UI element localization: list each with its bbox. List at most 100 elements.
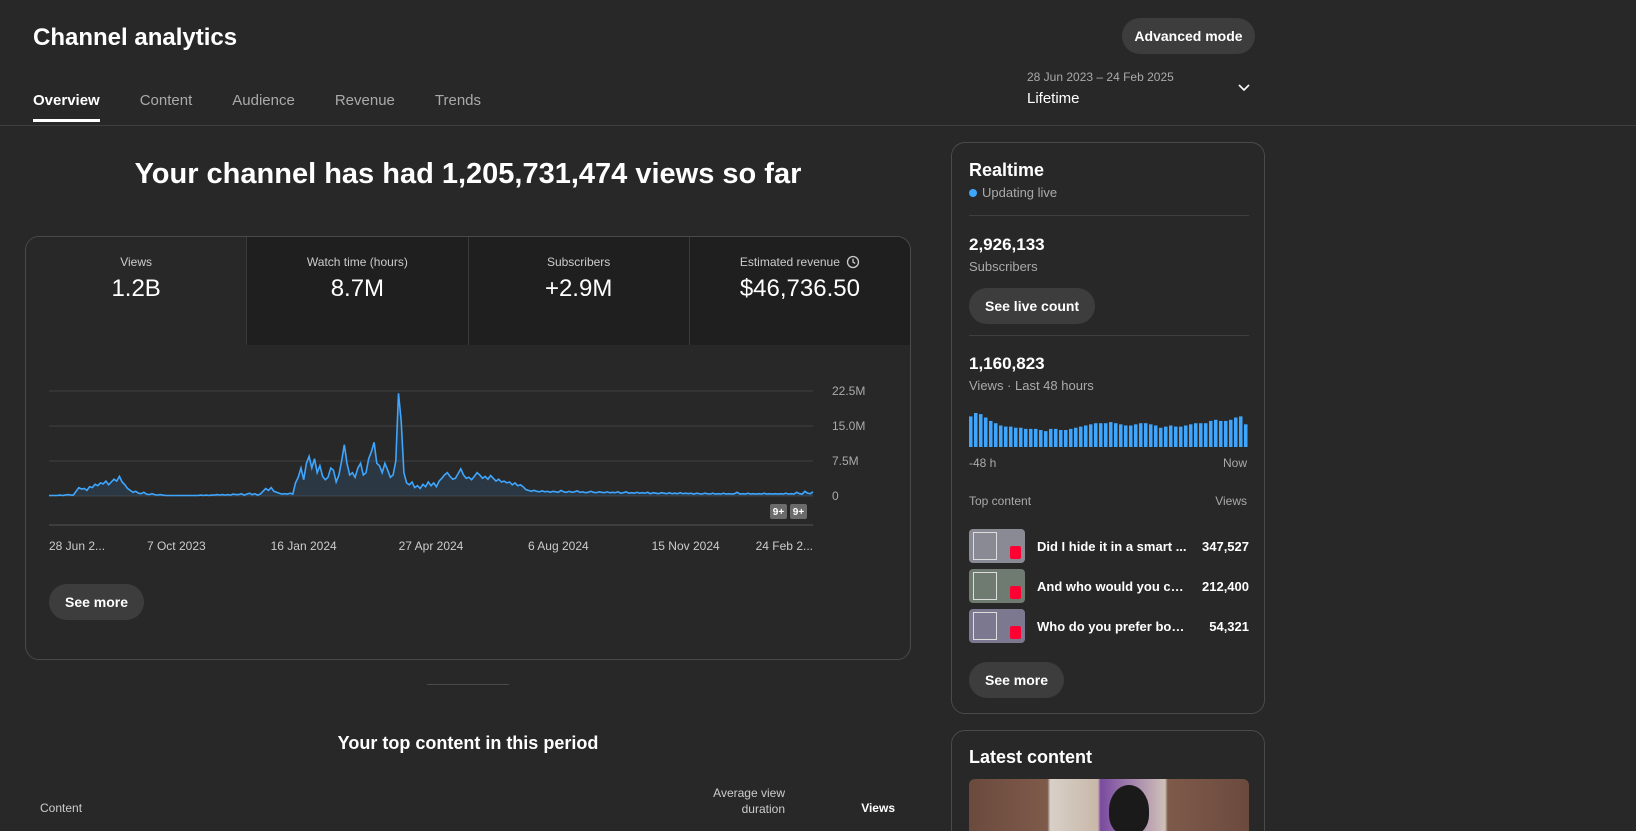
hourly-views-bar	[1034, 428, 1038, 447]
hourly-views-bar	[994, 423, 998, 447]
hourly-views-bar	[1029, 428, 1033, 447]
column-header-views[interactable]: Views	[830, 801, 895, 815]
realtime-views-bar-chart	[969, 413, 1248, 447]
marker-badge-label: 9+	[793, 507, 805, 518]
hourly-views-bar	[1209, 420, 1213, 447]
chart-see-more-button[interactable]: See more	[49, 584, 145, 620]
y-tick-label: 15.0M	[832, 419, 865, 433]
realtime-subscribers-value: 2,926,133	[969, 235, 1045, 254]
analytics-header: Channel analytics Advanced mode Overview…	[0, 0, 1636, 126]
hourly-views-bar	[1104, 423, 1108, 447]
column-header-content[interactable]: Content	[40, 801, 82, 815]
metric-label: Views	[120, 255, 153, 269]
hourly-views-bar	[1069, 428, 1073, 447]
y-tick-label: 22.5M	[832, 384, 865, 398]
clock-icon	[846, 255, 860, 269]
hourly-views-bar	[1154, 425, 1158, 447]
shorts-icon	[1010, 586, 1021, 599]
hourly-views-bar	[1224, 420, 1228, 447]
top-content-title: Your top content in this period	[337, 733, 599, 753]
tab-trends[interactable]: Trends	[435, 92, 481, 122]
top-content-title: Who do you prefer boys ...	[1037, 618, 1187, 634]
hourly-views-bar	[1059, 430, 1063, 447]
hourly-views-bar	[1244, 424, 1248, 447]
x-tick-label: 7 Oct 2023	[147, 539, 206, 553]
metric-value: +2.9M	[544, 275, 613, 302]
divider	[969, 215, 1249, 216]
x-tick-label: 24 Feb 2...	[756, 539, 813, 553]
metric-label: Watch time (hours)	[306, 255, 408, 269]
hourly-views-bar	[1079, 426, 1083, 447]
hourly-views-bar	[1179, 426, 1183, 447]
hourly-views-bar	[1174, 426, 1178, 447]
metric-label: Subscribers	[546, 255, 611, 269]
views-chart: 0 7.5M 15.0M 22.5M 28 Jun 2... 7 Oct 2023 16 J…	[26, 345, 910, 585]
hourly-views-bar	[1139, 423, 1143, 447]
metric-tab-revenue[interactable]: Estimated revenue $46,736.50	[688, 237, 910, 345]
top-content-label: Top content	[969, 494, 1032, 508]
divider	[969, 335, 1249, 336]
metric-label-row: Estimated revenue	[690, 255, 910, 269]
realtime-card: Realtime Updating live 2,926,133 Subscri…	[951, 142, 1265, 714]
hourly-views-bar	[1199, 423, 1203, 447]
realtime-views-label: Views · Last 48 hours	[969, 378, 1094, 393]
metric-tab-watch-time[interactable]: Watch time (hours) 8.7M	[246, 237, 468, 345]
spark-axis-end: Now	[1222, 456, 1247, 470]
tab-revenue[interactable]: Revenue	[335, 92, 395, 122]
hourly-views-bar	[1014, 427, 1018, 447]
hourly-views-bar	[989, 420, 993, 447]
realtime-views-value: 1,160,823	[969, 354, 1045, 373]
shorts-icon	[1010, 626, 1021, 639]
hourly-views-bar	[1219, 420, 1223, 447]
hourly-views-bar	[1164, 426, 1168, 447]
hourly-views-bar	[1039, 430, 1043, 447]
top-content-item[interactable]: Did I hide it in a smart ... 347,527	[969, 529, 1249, 563]
x-tick-label: 6 Aug 2024	[528, 539, 589, 553]
hourly-views-bar	[1019, 427, 1023, 447]
top-content-item[interactable]: And who would you ch... 212,400	[969, 569, 1249, 603]
hourly-views-bar	[969, 416, 973, 447]
latest-content-thumbnail[interactable]	[969, 779, 1249, 831]
tab-bar: Overview Content Audience Revenue Trends	[33, 92, 521, 122]
latest-content-title: Latest content	[969, 747, 1093, 767]
hourly-views-bar	[1074, 427, 1078, 447]
hourly-views-bar	[1184, 425, 1188, 447]
views-headline: Your channel has had 1,205,731,474 views…	[134, 158, 802, 190]
column-header-avg-view-duration[interactable]: Average view duration	[690, 785, 785, 817]
realtime-title: Realtime	[969, 160, 1045, 180]
video-thumbnail	[969, 609, 1025, 643]
y-tick-label: 7.5M	[832, 454, 859, 468]
realtime-see-more-button[interactable]: See more	[969, 662, 1065, 698]
top-content-views-label: Views	[1215, 494, 1247, 508]
tab-overview[interactable]: Overview	[33, 92, 100, 122]
tab-audience[interactable]: Audience	[232, 92, 295, 122]
x-tick-label: 28 Jun 2...	[49, 539, 105, 553]
hourly-views-bar	[1109, 422, 1113, 447]
metric-value: $46,736.50	[739, 275, 860, 302]
date-range-dates: 28 Jun 2023 – 24 Feb 2025	[1027, 70, 1174, 84]
top-content-title: And who would you ch...	[1037, 578, 1187, 594]
views-area-fill	[49, 393, 813, 496]
top-content-views: 54,321	[1209, 618, 1249, 634]
advanced-mode-button[interactable]: Advanced mode	[1122, 18, 1255, 54]
thumbnail-frame	[973, 532, 997, 560]
hourly-views-bar	[1234, 417, 1238, 447]
top-content-item[interactable]: Who do you prefer boys ... 54,321	[969, 609, 1249, 643]
date-range-picker[interactable]: 28 Jun 2023 – 24 Feb 2025 Lifetime	[1027, 70, 1257, 110]
hourly-views-bar	[1094, 423, 1098, 447]
hourly-views-bar	[1044, 431, 1048, 447]
hourly-views-bar	[1099, 423, 1103, 447]
metric-tab-views[interactable]: Views 1.2B	[26, 237, 247, 345]
metric-value: 8.7M	[330, 275, 385, 302]
page-title: Channel analytics	[33, 24, 238, 51]
see-live-count-button[interactable]: See live count	[969, 288, 1096, 324]
realtime-subscribers-label: Subscribers	[969, 259, 1038, 274]
hourly-views-bar	[1084, 425, 1088, 447]
tab-content[interactable]: Content	[140, 92, 193, 122]
views-chart-svg: 0 7.5M 15.0M 22.5M 28 Jun 2... 7 Oct 2023 16 J…	[49, 384, 865, 553]
hourly-views-bar	[1129, 425, 1133, 447]
metric-label: Estimated revenue	[739, 255, 840, 269]
metric-tab-subscribers[interactable]: Subscribers +2.9M	[467, 237, 689, 345]
y-tick-label: 0	[832, 489, 839, 503]
key-metrics-card: Views 1.2B Watch time (hours) 8.7M Subsc…	[25, 236, 911, 660]
